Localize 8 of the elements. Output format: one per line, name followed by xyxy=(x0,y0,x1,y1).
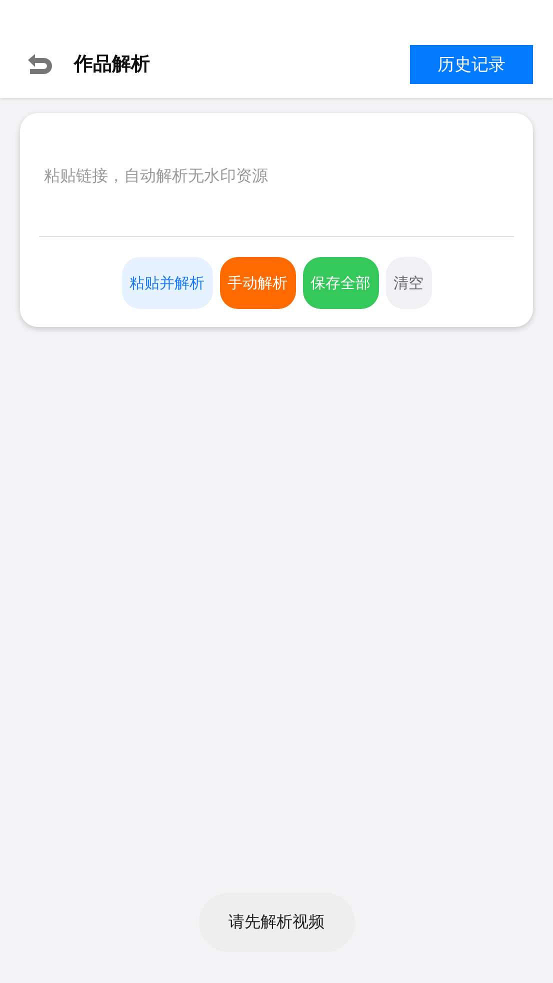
link-text-input[interactable]: 粘贴链接，自动解析无水印资源 xyxy=(39,113,514,236)
action-button[interactable]: 清空 xyxy=(386,257,432,309)
action-button[interactable]: 手动解析 xyxy=(220,257,296,309)
toast-message: 请先解析视频 xyxy=(198,893,354,952)
page-title: 作品解析 xyxy=(74,52,151,77)
history-button[interactable]: 历史记录 xyxy=(410,44,533,84)
action-button[interactable]: 保存全部 xyxy=(302,257,378,309)
action-button[interactable]: 粘贴并解析 xyxy=(122,257,212,309)
